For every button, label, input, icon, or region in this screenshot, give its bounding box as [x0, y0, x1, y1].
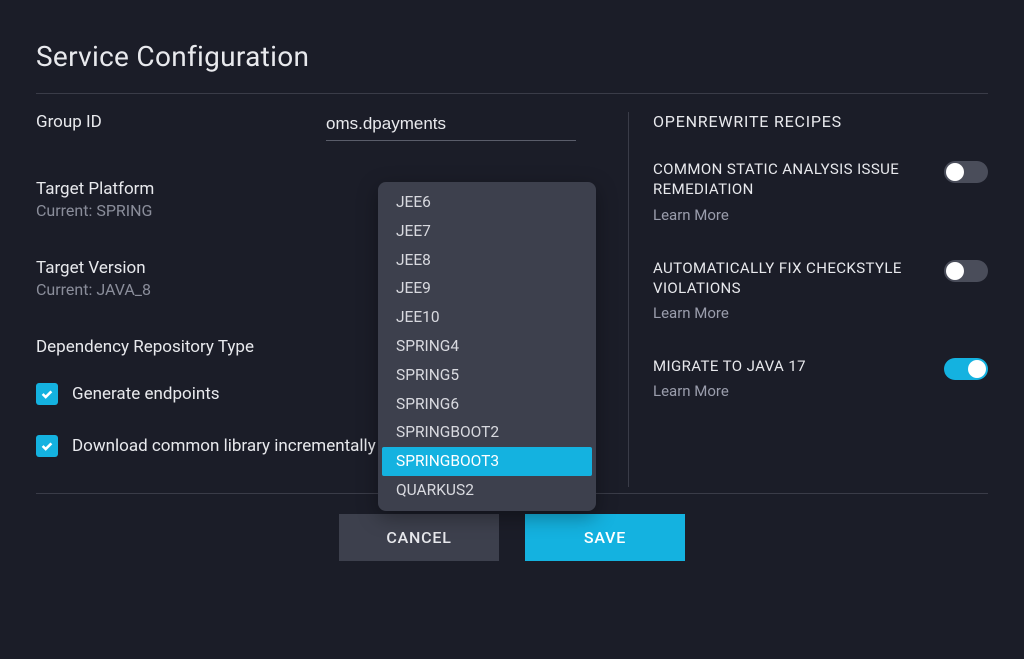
- target-platform-sublabel: Current: SPRING: [36, 201, 296, 220]
- target-version-sublabel: Current: JAVA_8: [36, 280, 296, 299]
- recipe-toggle[interactable]: [944, 260, 988, 282]
- divider-top: [36, 93, 988, 94]
- content-area: Group ID Target Platform Current: SPRING…: [36, 112, 988, 487]
- learn-more-link[interactable]: Learn More: [653, 382, 928, 400]
- dropdown-option-spring5[interactable]: SPRING5: [382, 361, 592, 390]
- dropdown-option-jee6[interactable]: JEE6: [382, 188, 592, 217]
- checkbox-generate-endpoints[interactable]: [36, 383, 58, 405]
- target-platform-label: Target Platform: [36, 179, 296, 199]
- checkbox-generate-endpoints-label: Generate endpoints: [72, 384, 220, 404]
- field-group-id: Group ID: [36, 112, 608, 141]
- dropdown-option-spring6[interactable]: SPRING6: [382, 390, 592, 419]
- check-icon: [40, 387, 54, 401]
- toggle-knob: [946, 163, 964, 181]
- dropdown-option-jee7[interactable]: JEE7: [382, 217, 592, 246]
- dependency-repo-label: Dependency Repository Type: [36, 337, 296, 357]
- right-column: OPENREWRITE RECIPES COMMON STATIC ANALYS…: [628, 112, 988, 487]
- learn-more-link[interactable]: Learn More: [653, 304, 928, 322]
- dropdown-option-springboot3[interactable]: SPRINGBOOT3: [382, 447, 592, 476]
- recipe-item: COMMON STATIC ANALYSIS ISSUE REMEDIATION…: [653, 159, 988, 224]
- dropdown-option-quarkus2[interactable]: QUARKUS2: [382, 476, 592, 505]
- dropdown-option-jee9[interactable]: JEE9: [382, 274, 592, 303]
- recipe-toggle[interactable]: [944, 161, 988, 183]
- dropdown-option-springboot2[interactable]: SPRINGBOOT2: [382, 418, 592, 447]
- recipes-header: OPENREWRITE RECIPES: [653, 112, 988, 131]
- checkbox-download-incremental-label: Download common library incrementally: [72, 436, 376, 456]
- checkbox-download-incremental[interactable]: [36, 435, 58, 457]
- dropdown-option-spring4[interactable]: SPRING4: [382, 332, 592, 361]
- recipe-title: MIGRATE TO JAVA 17: [653, 356, 928, 376]
- group-id-label: Group ID: [36, 112, 296, 132]
- target-version-label: Target Version: [36, 258, 296, 278]
- button-row: CANCEL SAVE: [36, 514, 988, 561]
- group-id-input[interactable]: [326, 112, 576, 141]
- recipe-title: AUTOMATICALLY FIX CHECKSTYLE VIOLATIONS: [653, 258, 928, 299]
- recipe-toggle[interactable]: [944, 358, 988, 380]
- dropdown-option-jee8[interactable]: JEE8: [382, 246, 592, 275]
- target-platform-dropdown[interactable]: JEE6JEE7JEE8JEE9JEE10SPRING4SPRING5SPRIN…: [378, 182, 596, 511]
- recipe-item: AUTOMATICALLY FIX CHECKSTYLE VIOLATIONS L…: [653, 258, 988, 323]
- save-button[interactable]: SAVE: [525, 514, 685, 561]
- learn-more-link[interactable]: Learn More: [653, 206, 928, 224]
- recipe-title: COMMON STATIC ANALYSIS ISSUE REMEDIATION: [653, 159, 928, 200]
- left-column: Group ID Target Platform Current: SPRING…: [36, 112, 628, 487]
- cancel-button[interactable]: CANCEL: [339, 514, 499, 561]
- recipe-item: MIGRATE TO JAVA 17 Learn More: [653, 356, 988, 400]
- check-icon: [40, 439, 54, 453]
- page-title: Service Configuration: [36, 40, 988, 73]
- toggle-knob: [946, 262, 964, 280]
- dropdown-option-jee10[interactable]: JEE10: [382, 303, 592, 332]
- toggle-knob: [968, 360, 986, 378]
